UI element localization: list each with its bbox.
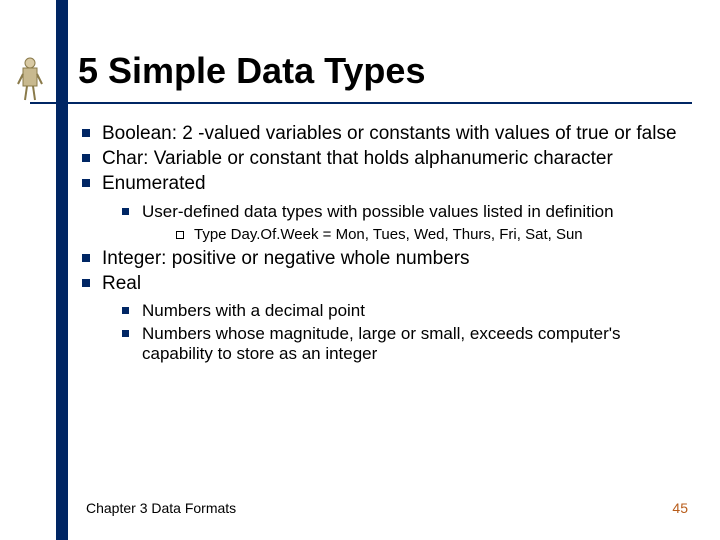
list-item: Enumerated User-defined data types with … — [78, 172, 688, 244]
title-underline — [30, 102, 692, 104]
footer-page-number: 45 — [672, 500, 688, 516]
slide-title: 5 Simple Data Types — [78, 50, 425, 92]
list-item: Char: Variable or constant that holds al… — [78, 147, 688, 170]
list-item: Real Numbers with a decimal point Number… — [78, 272, 688, 365]
sub-bullet-list: User-defined data types with possible va… — [102, 202, 688, 245]
list-item: Boolean: 2 -valued variables or constant… — [78, 122, 688, 145]
list-item: Integer: positive or negative whole numb… — [78, 247, 688, 270]
slide-body: Boolean: 2 -valued variables or constant… — [78, 122, 688, 367]
list-item-text: User-defined data types with possible va… — [142, 202, 614, 221]
list-item-text: Enumerated — [102, 173, 206, 194]
sub-sub-bullet-list: Type Day.Of.Week = Mon, Tues, Wed, Thurs… — [142, 226, 688, 244]
sub-bullet-list: Numbers with a decimal point Numbers who… — [102, 301, 688, 365]
list-item: Numbers whose magnitude, large or small,… — [118, 324, 688, 365]
footer-chapter: Chapter 3 Data Formats — [86, 500, 236, 516]
list-item-text: Real — [102, 273, 141, 294]
slide-logo-icon — [16, 56, 44, 102]
bullet-list: Boolean: 2 -valued variables or constant… — [78, 122, 688, 365]
list-item: Numbers with a decimal point — [118, 301, 688, 322]
side-stripe — [56, 0, 68, 540]
list-item: User-defined data types with possible va… — [118, 202, 688, 245]
list-item: Type Day.Of.Week = Mon, Tues, Wed, Thurs… — [172, 226, 688, 244]
